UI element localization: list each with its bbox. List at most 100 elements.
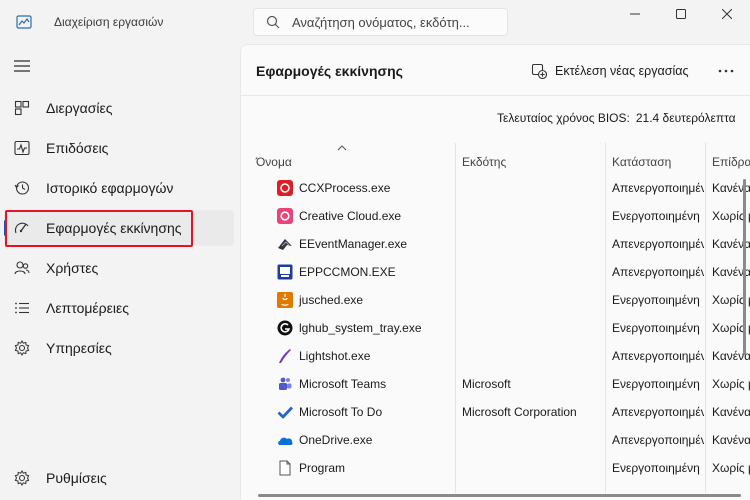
services-icon	[14, 340, 30, 356]
column-header-publisher[interactable]: Εκδότης	[462, 155, 506, 169]
row-status: Ενεργοποιημένη	[612, 209, 700, 223]
more-icon	[718, 69, 734, 73]
lightshot-icon	[279, 349, 291, 363]
sidebar-item-services[interactable]: Υπηρεσίες	[4, 330, 234, 366]
row-name: Creative Cloud.exe	[299, 209, 402, 223]
minimize-icon	[630, 13, 640, 15]
row-impact: Χωρίς μέτρηση	[712, 461, 750, 475]
creative-cloud-icon	[277, 208, 293, 224]
row-impact: Κανένα	[712, 405, 750, 419]
startup-apps-icon	[14, 222, 29, 234]
column-header-impact[interactable]: Επίδραση	[712, 155, 750, 169]
row-status: Ενεργοποιημένη	[612, 293, 700, 307]
horizontal-scrollbar[interactable]	[258, 494, 741, 497]
event-manager-icon	[278, 239, 292, 250]
row-impact: Χωρίς μέτρηση	[712, 377, 750, 391]
header-divider	[241, 95, 750, 96]
search-icon	[266, 15, 280, 29]
row-name: EEventManager.exe	[299, 237, 408, 251]
row-status: Απενεργοποιημένη	[612, 237, 704, 251]
row-name: Microsoft To Do	[299, 405, 383, 419]
row-status: Απενεργοποιημένη	[612, 265, 704, 279]
table-row[interactable]: OneDrive.exe Απενεργοποιημένη Κανένα	[241, 426, 750, 454]
row-name: jusched.exe	[299, 293, 364, 307]
table-row[interactable]: EPPCCMON.EXE Απενεργοποιημένη Κανένα	[241, 258, 750, 286]
ccx-icon	[277, 180, 293, 196]
sidebar-item-label: Λεπτομέρειες	[46, 300, 129, 316]
row-name: OneDrive.exe	[299, 433, 373, 447]
row-status: Απενεργοποιημένη	[612, 349, 704, 363]
column-header-status[interactable]: Κατάσταση	[612, 155, 671, 169]
eppccmon-icon	[277, 264, 293, 280]
sidebar-item-startup-apps[interactable]: Εφαρμογές εκκίνησης	[4, 210, 234, 246]
table-row[interactable]: jusched.exe Ενεργοποιημένη Χωρίς μέτρηση	[241, 286, 750, 314]
row-name: Microsoft Teams	[299, 377, 387, 391]
run-task-label: Εκτέλεση νέας εργασίας	[555, 64, 689, 78]
sidebar-item-label: Διεργασίες	[46, 100, 113, 116]
sidebar-item-label: Χρήστες	[46, 260, 99, 276]
sidebar-item-label: Εφαρμογές εκκίνησης	[46, 220, 182, 236]
more-options-button[interactable]	[711, 59, 741, 83]
search-box[interactable]	[253, 8, 508, 36]
hamburger-menu-icon[interactable]	[12, 58, 32, 74]
row-name: Lightshot.exe	[299, 349, 371, 363]
sidebar-item-performance[interactable]: Επιδόσεις	[4, 130, 234, 166]
task-manager-icon	[16, 15, 32, 29]
row-publisher: Microsoft	[462, 377, 511, 391]
table-row[interactable]: EEventManager.exe Απενεργοποιημένη Κανέν…	[241, 230, 750, 258]
table-row[interactable]: Program Ενεργοποιημένη Χωρίς μέτρηση	[241, 454, 750, 482]
page-title: Εφαρμογές εκκίνησης	[256, 63, 403, 79]
table-row[interactable]: lghub_system_tray.exe Ενεργοποιημένη Χωρ…	[241, 314, 750, 342]
onedrive-icon	[278, 437, 293, 445]
run-task-icon	[531, 63, 547, 79]
teams-icon	[279, 377, 292, 390]
table-row[interactable]: Microsoft To Do Microsoft Corporation Απ…	[241, 398, 750, 426]
main-panel: Εφαρμογές εκκίνησης Εκτέλεση νέας εργασί…	[240, 44, 750, 500]
close-icon	[722, 9, 732, 19]
close-button[interactable]	[704, 0, 750, 28]
sidebar-item-settings[interactable]: Ρυθμίσεις	[4, 460, 234, 496]
sidebar-item-label: Ρυθμίσεις	[46, 470, 107, 486]
sidebar-item-label: Ιστορικό εφαρμογών	[46, 180, 174, 196]
row-publisher: Microsoft Corporation	[462, 405, 577, 419]
row-impact: Κανένα	[712, 433, 750, 447]
performance-icon	[14, 140, 30, 156]
sidebar-item-processes[interactable]: Διεργασίες	[4, 90, 234, 126]
row-status: Ενεργοποιημένη	[612, 377, 700, 391]
sidebar-item-details[interactable]: Λεπτομέρειες	[4, 290, 234, 326]
sidebar-item-app-history[interactable]: Ιστορικό εφαρμογών	[4, 170, 234, 206]
settings-icon	[14, 470, 30, 486]
row-status: Ενεργοποιημένη	[612, 461, 700, 475]
sort-ascending-icon	[337, 145, 347, 151]
row-name: lghub_system_tray.exe	[299, 321, 422, 335]
maximize-button[interactable]	[658, 0, 704, 28]
row-status: Απενεργοποιημένη	[612, 433, 704, 447]
app-history-icon	[14, 181, 30, 195]
bios-value: 21.4 δευτερόλεπτα	[635, 111, 736, 125]
vertical-scrollbar[interactable]	[743, 179, 746, 355]
table-row[interactable]: Creative Cloud.exe Ενεργοποιημένη Χωρίς …	[241, 202, 750, 230]
details-icon	[15, 302, 29, 314]
sidebar: Διεργασίες Επιδόσεις Ιστορικό εφαρμογών …	[0, 44, 240, 500]
table-row[interactable]: Lightshot.exe Απενεργοποιημένη Κανένα	[241, 342, 750, 370]
row-status: Ενεργοποιημένη	[612, 321, 700, 335]
sidebar-item-users[interactable]: Χρήστες	[4, 250, 234, 286]
java-icon	[277, 292, 293, 308]
minimize-button[interactable]	[612, 0, 658, 28]
users-icon	[14, 261, 30, 275]
search-input[interactable]	[292, 14, 507, 30]
todo-icon	[277, 406, 293, 419]
title-bar: Διαχείριση εργασιών	[0, 0, 750, 44]
sidebar-item-label: Υπηρεσίες	[46, 340, 112, 356]
maximize-icon	[676, 9, 686, 19]
column-header-name[interactable]: Όνομα	[256, 155, 292, 169]
table-row[interactable]: Microsoft Teams Microsoft Ενεργοποιημένη…	[241, 370, 750, 398]
run-new-task-button[interactable]: Εκτέλεση νέας εργασίας	[531, 57, 689, 85]
window-title: Διαχείριση εργασιών	[54, 15, 164, 29]
row-name: CCXProcess.exe	[299, 181, 391, 195]
logitech-icon	[277, 320, 293, 336]
bios-time: Τελευταίος χρόνος BIOS: 21.4 δευτερόλεπτα	[497, 111, 736, 125]
row-name: EPPCCMON.EXE	[299, 265, 396, 279]
table-row[interactable]: CCXProcess.exe Απενεργοποιημένη Κανένα	[241, 174, 750, 202]
row-name: Program	[299, 461, 346, 475]
